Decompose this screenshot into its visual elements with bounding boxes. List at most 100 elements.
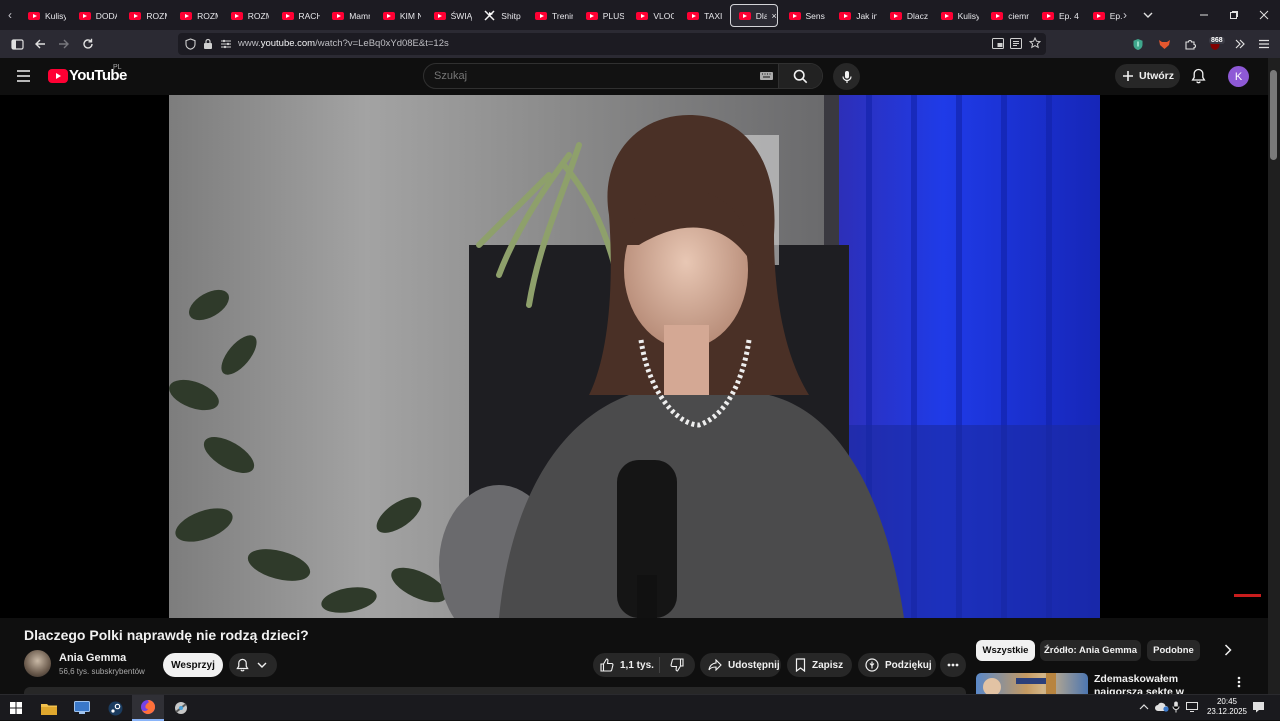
page-permissions-icon[interactable]	[220, 38, 232, 50]
search-icon	[793, 69, 808, 83]
chips-next-icon[interactable]	[1219, 641, 1237, 659]
windows-start-icon[interactable]	[0, 695, 32, 721]
youtube-icon	[687, 11, 700, 20]
sidebar-toggle-icon[interactable]	[8, 35, 26, 53]
browser-tab[interactable]: Shitp	[476, 4, 522, 27]
page-scrollbar[interactable]	[1268, 58, 1280, 694]
clock-date[interactable]: 23.12.2025	[1205, 707, 1249, 716]
recommendation-title[interactable]: Zdemaskowałem najgorszą sektę w Ameryce	[1094, 673, 1224, 694]
browser-tab[interactable]: TAXI E	[679, 4, 725, 27]
browser-tab[interactable]: DODA	[71, 4, 117, 27]
url-text[interactable]: www.youtube.com/watch?v=LeBq0xYd08E&t=12…	[238, 38, 449, 49]
back-icon[interactable]	[31, 35, 49, 53]
youtube-icon	[1042, 11, 1054, 20]
browser-tab[interactable]: Ep. 4	[1034, 4, 1080, 27]
lock-icon[interactable]	[203, 38, 213, 50]
picture-in-picture-icon[interactable]	[992, 38, 1004, 49]
dislike-button[interactable]	[660, 658, 694, 672]
browser-tab[interactable]: ŚWIĄ	[426, 4, 472, 27]
search-box[interactable]	[423, 63, 823, 89]
browser-tab[interactable]: Trenin	[527, 4, 573, 27]
chip-source-channel[interactable]: Źródło: Ania Gemma	[1040, 640, 1141, 661]
description-box[interactable]	[24, 687, 966, 694]
browser-tab-label: Jak int	[856, 10, 878, 21]
notification-center-icon[interactable]	[1252, 701, 1265, 713]
close-window-icon[interactable]	[1248, 0, 1280, 30]
restore-window-icon[interactable]	[1218, 0, 1250, 30]
search-input[interactable]	[434, 70, 734, 82]
minimize-window-icon[interactable]	[1188, 0, 1220, 30]
chip-similar[interactable]: Podobne	[1147, 640, 1200, 661]
share-button[interactable]: Udostępnij	[700, 653, 781, 677]
tracking-protection-icon[interactable]	[185, 38, 196, 50]
search-button[interactable]	[778, 64, 822, 88]
youtube-icon	[991, 11, 1004, 20]
browser-tab[interactable]: ROZM	[172, 4, 218, 27]
keyboard-icon[interactable]	[760, 72, 773, 80]
support-button[interactable]: Wesprzyj	[163, 653, 223, 677]
video-player[interactable]	[0, 95, 1268, 618]
tab-list-dropdown-icon[interactable]	[1139, 6, 1157, 24]
tabs-scroll-left-icon[interactable]: ‹	[1, 6, 19, 24]
youtube-logo-icon[interactable]	[48, 69, 68, 83]
reload-icon[interactable]	[79, 35, 97, 53]
browser-tab[interactable]: Sens p	[781, 4, 827, 27]
browser-tab[interactable]: ROZM	[223, 4, 269, 27]
shield-extension-icon[interactable]	[1129, 35, 1147, 53]
url-bar[interactable]: www.youtube.com/watch?v=LeBq0xYd08E&t=12…	[178, 33, 1046, 55]
extensions-puzzle-icon[interactable]	[1181, 35, 1199, 53]
browser-tab[interactable]: Dla ×	[729, 4, 778, 27]
clock-time[interactable]: 20:45	[1205, 697, 1249, 706]
tray-overflow-chevron-icon[interactable]	[1139, 703, 1149, 711]
ublock-extension-icon[interactable]: 868	[1206, 35, 1225, 53]
more-actions-button[interactable]	[940, 653, 966, 677]
browser-tab[interactable]: KIM N	[375, 4, 421, 27]
bookmark-star-icon[interactable]	[1029, 37, 1041, 49]
remote-desktop-icon[interactable]	[66, 695, 98, 721]
recommendation-more-icon[interactable]	[1232, 674, 1246, 690]
onedrive-cloud-icon[interactable]	[1155, 702, 1169, 712]
notification-settings-button[interactable]	[229, 653, 277, 677]
chip-all[interactable]: Wszystkie	[976, 640, 1035, 661]
reader-view-icon[interactable]	[1010, 38, 1022, 49]
browser-tab[interactable]: RACH	[274, 4, 320, 27]
create-button[interactable]: Utwórz	[1115, 64, 1180, 88]
browser-tab[interactable]: ROZM	[121, 4, 167, 27]
scrollbar-thumb[interactable]	[1270, 70, 1277, 160]
youtube-icon	[332, 11, 345, 20]
thanks-button[interactable]: Podziękuj	[858, 653, 936, 677]
microphone-tray-icon[interactable]	[1172, 701, 1180, 713]
browser-tab[interactable]: Jak int	[831, 4, 877, 27]
steam-icon[interactable]	[99, 695, 131, 721]
like-button[interactable]: 1,1 tys.	[593, 658, 659, 672]
forward-icon[interactable]	[55, 35, 73, 53]
tabs-scroll-right-icon[interactable]: ›	[1116, 6, 1134, 24]
app-menu-icon[interactable]	[1255, 35, 1273, 53]
browser-tab[interactable]: Mamr	[324, 4, 370, 27]
browser-tab[interactable]: Kulisy	[933, 4, 979, 27]
browser-tab[interactable]: ciemn	[983, 4, 1029, 27]
video-title: Dlaczego Polki naprawdę nie rodzą dzieci…	[24, 627, 309, 643]
account-avatar[interactable]: K	[1228, 66, 1249, 87]
save-button[interactable]: Zapisz	[787, 653, 852, 677]
voice-search-button[interactable]	[833, 63, 860, 90]
guide-menu-icon[interactable]	[16, 69, 31, 83]
overflow-chevrons-icon[interactable]	[1231, 35, 1249, 53]
channel-avatar[interactable]	[24, 650, 51, 677]
browser-tab-label: ROZM	[146, 10, 167, 21]
browser-tab[interactable]: PLUSK	[578, 4, 624, 27]
recommendation-thumbnail[interactable]	[976, 673, 1088, 694]
browser-tab[interactable]: VLOG	[628, 4, 674, 27]
close-tab-icon[interactable]: ×	[772, 11, 777, 21]
video-frame[interactable]	[169, 95, 1100, 618]
youtube-icon	[788, 11, 801, 20]
browser-tab[interactable]: Kulisy	[20, 4, 66, 27]
notifications-bell-icon[interactable]	[1191, 68, 1206, 84]
fox-extension-icon[interactable]	[1155, 35, 1173, 53]
other-app-icon[interactable]	[165, 695, 197, 721]
network-icon[interactable]	[1186, 702, 1198, 712]
file-explorer-icon[interactable]	[33, 695, 65, 721]
channel-name[interactable]: Ania Gemma	[59, 652, 126, 664]
firefox-icon[interactable]	[132, 695, 164, 721]
browser-tab[interactable]: Dlacz	[882, 4, 928, 27]
